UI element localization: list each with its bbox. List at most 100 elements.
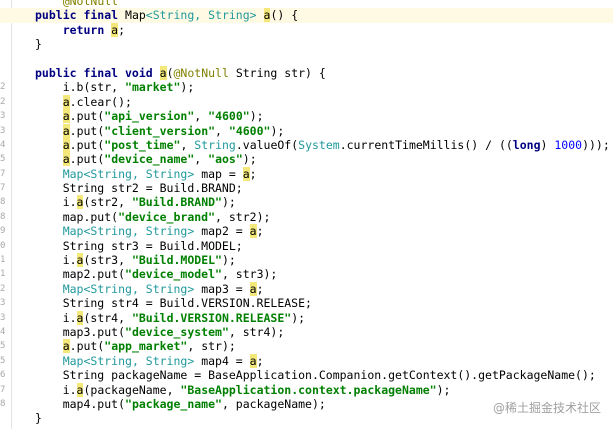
code-line[interactable]: public final Map<String, String> a() {: [0, 8, 613, 23]
code-line[interactable]: 6 String packageName = BaseApplication.C…: [0, 368, 613, 382]
highlighted-symbol: a: [62, 109, 70, 124]
code-editor[interactable]: @NotNull public final Map<String, String>…: [0, 0, 613, 429]
code-line[interactable]: 2 i.b(str, "market");: [0, 80, 613, 94]
line-number: 7: [0, 183, 6, 194]
code-line[interactable]: 1 i.a(str3, "Build.MODEL");: [0, 253, 613, 268]
code-token: Map<String, String>: [62, 281, 202, 296]
line-number: 7: [0, 168, 6, 179]
code-text: i.a(str3, "Build.MODEL");: [35, 253, 236, 268]
code-line[interactable]: @NotNull: [0, 0, 613, 8]
code-text: i.b(str, "market");: [35, 80, 195, 94]
line-number: 2: [0, 283, 6, 294]
code-token: String str2 = Build.BRAND;: [35, 181, 243, 196]
code-line[interactable]: 8 i.a(str2, "Build.BRAND");: [0, 195, 613, 210]
code-token: "device_system": [125, 324, 229, 339]
code-line[interactable]: 1 map2.put("device_model", str3);: [0, 267, 613, 281]
code-token: map4.put(: [35, 396, 126, 411]
code-token: String str4 = Build.VERSION.RELEASE;: [35, 296, 312, 311]
code-text: map.put("device_brand", str2);: [35, 209, 271, 224]
code-line[interactable]: [0, 52, 613, 66]
highlighted-symbol: a: [242, 166, 250, 181]
highlighted-symbol: a: [249, 224, 257, 239]
code-line[interactable]: 9 Map<String, String> map2 = a;: [0, 224, 613, 239]
code-token: public final: [35, 8, 126, 23]
code-token: , str3);: [221, 267, 278, 282]
code-line[interactable]: 5 Map<String, String> map4 = a;: [0, 353, 613, 368]
code-text: String str4 = Build.VERSION.RELEASE;: [35, 296, 312, 310]
code-line[interactable]: 3 i.a(str4, "Build.VERSION.RELEASE");: [0, 310, 613, 325]
code-text: a.put("post_time", String.valueOf(System…: [35, 137, 610, 152]
code-token: .put(: [69, 152, 105, 167]
code-text: Map<String, String> map3 = a;: [35, 281, 264, 296]
code-line[interactable]: 5 a.put("app_market", str);: [0, 339, 613, 354]
line-number: 4: [0, 139, 6, 150]
line-number: 3: [0, 125, 6, 136]
code-token: map =: [201, 166, 243, 181]
code-token: );: [270, 123, 285, 138]
code-token: .valueOf(: [235, 137, 299, 152]
code-token: );: [249, 109, 264, 124]
code-token: "BaseApplication.context.packageName": [180, 382, 437, 397]
code-line[interactable]: 3 a.put("client_version", "4600");: [0, 123, 613, 138]
code-line[interactable]: 7 String str2 = Build.BRAND;: [0, 181, 613, 195]
highlighted-symbol: a: [249, 281, 257, 296]
code-line[interactable]: 5 a.put("device_name", "aos");: [0, 152, 613, 167]
code-text: }: [35, 411, 42, 425]
code-token: 1000: [554, 137, 583, 152]
highlighted-symbol: a: [159, 65, 167, 80]
code-token: String: [194, 137, 236, 152]
highlighted-symbol: a: [249, 353, 257, 368]
code-line[interactable]: public final void a(@NotNull String str)…: [0, 65, 613, 80]
code-line[interactable]: 8 map.put("device_brand", str2);: [0, 210, 613, 224]
code-text: @NotNull: [35, 0, 118, 8]
code-token: Map<String, String>: [62, 353, 202, 368]
code-line[interactable]: return a;: [0, 22, 613, 37]
code-token: Map<String, String>: [62, 166, 202, 181]
code-line[interactable]: 0 String str3 = Build.MODEL;: [0, 239, 613, 253]
code-token: "device_brand": [118, 209, 216, 224]
code-line[interactable]: 4 map3.put("device_system", str4);: [0, 325, 613, 339]
code-line[interactable]: 3 a.put("api_version", "4600");: [0, 109, 613, 124]
code-text: map2.put("device_model", str3);: [35, 267, 278, 282]
code-token: i.: [35, 310, 77, 325]
code-token: ,: [215, 123, 229, 138]
code-token: }: [35, 411, 42, 426]
code-token: ;: [256, 281, 264, 296]
code-token: , str4);: [228, 324, 285, 339]
watermark: @稀土掘金技术社区: [492, 401, 601, 415]
code-token: );: [242, 152, 257, 167]
code-text: public final void a(@NotNull String str)…: [35, 65, 326, 80]
code-token: map3 =: [201, 281, 250, 296]
code-text: i.a(packageName, "BaseApplication.contex…: [35, 382, 450, 397]
code-line[interactable]: 2 Map<String, String> map3 = a;: [0, 281, 613, 296]
code-token: String packageName = BaseApplication.Com…: [35, 368, 596, 383]
code-token: map2.put(: [35, 267, 126, 282]
code-text: return a;: [35, 22, 125, 37]
code-text: public final Map<String, String> a() {: [35, 8, 298, 23]
code-lines: @NotNull public final Map<String, String>…: [0, 0, 613, 426]
code-line[interactable]: 4 a.put("post_time", String.valueOf(Syst…: [0, 137, 613, 152]
highlighted-symbol: a: [62, 137, 70, 152]
code-text: i.a(str2, "Build.BRAND");: [35, 195, 236, 210]
code-text: a.put("api_version", "4600");: [35, 109, 264, 124]
code-token: )));: [582, 137, 610, 152]
code-line[interactable]: }: [0, 37, 613, 51]
code-token: "4600": [228, 123, 271, 138]
code-token: .put(: [69, 123, 105, 138]
code-text: String packageName = BaseApplication.Com…: [35, 368, 596, 382]
code-token: @NotNull: [173, 65, 236, 80]
code-token: (str3,: [83, 253, 132, 268]
code-token: long: [512, 137, 541, 152]
code-line[interactable]: 3 String str4 = Build.VERSION.RELEASE;: [0, 296, 613, 310]
code-line[interactable]: 7 i.a(packageName, "BaseApplication.cont…: [0, 382, 613, 397]
code-text: a.clear();: [35, 94, 132, 109]
line-number: 5: [0, 154, 6, 165]
code-text: Map<String, String> map2 = a;: [35, 224, 264, 239]
code-line[interactable]: 7 Map<String, String> map = a;: [0, 166, 613, 181]
code-line[interactable]: 2 a.clear();: [0, 94, 613, 109]
highlighted-symbol: a: [62, 152, 70, 167]
